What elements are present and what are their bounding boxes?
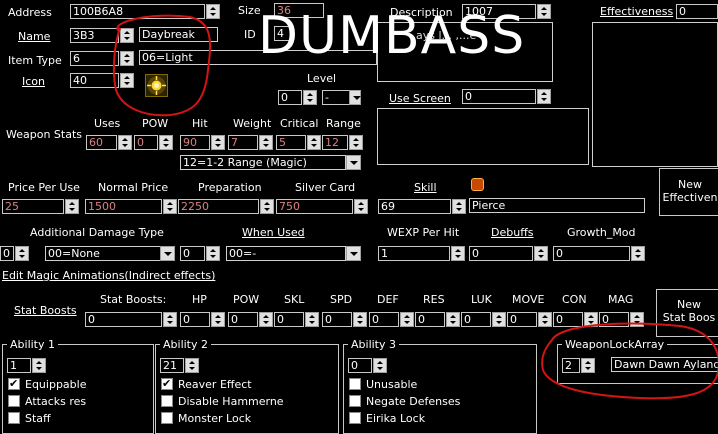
annotation-circle-weapon-lock	[541, 322, 718, 400]
annotation-circle-name-icon	[112, 14, 211, 117]
red-annotation-circles	[112, 14, 718, 400]
